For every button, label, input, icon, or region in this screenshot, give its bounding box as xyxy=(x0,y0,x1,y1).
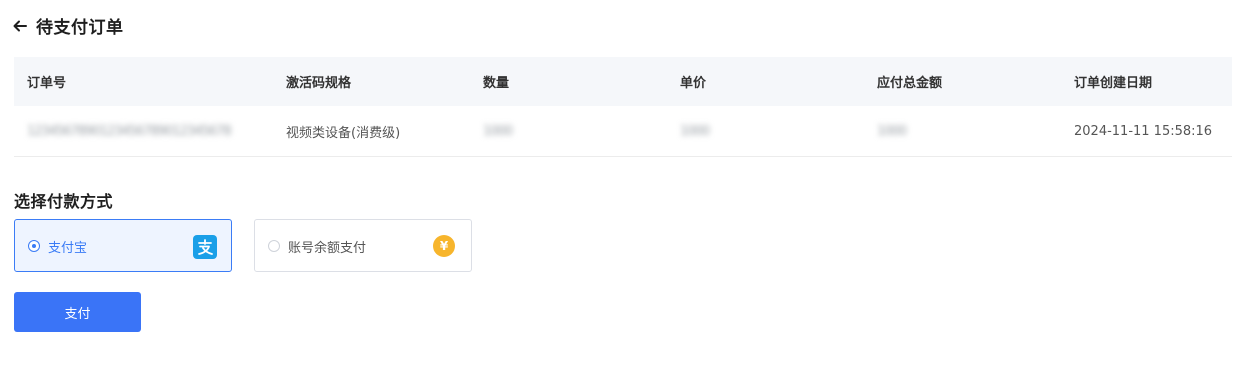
column-header-order-no: 订单号 xyxy=(27,76,67,91)
arrow-left-icon[interactable] xyxy=(12,18,28,34)
page-title: 待支付订单 xyxy=(36,18,124,38)
column-header-unit-price: 单价 xyxy=(680,76,707,91)
total-cell: 1000 xyxy=(877,123,907,139)
column-header-quantity: 数量 xyxy=(483,76,510,91)
column-header-spec: 激活码规格 xyxy=(286,76,352,91)
quantity-cell: 1000 xyxy=(483,123,513,139)
radio-unselected[interactable] xyxy=(268,240,280,252)
pay-button[interactable]: 支付 xyxy=(14,292,141,332)
payment-option-balance[interactable]: 账号余额支付 ¥ xyxy=(254,219,472,272)
unit-price-cell: 1000 xyxy=(680,123,710,139)
column-header-total: 应付总金额 xyxy=(877,76,943,91)
orders-table: 订单号 激活码规格 数量 单价 应付总金额 订单创建日期 12345678901… xyxy=(14,57,1232,157)
table-row: 1234567890123456789012345678 视频类设备(消费级) … xyxy=(14,106,1232,157)
yuan-coin-icon: ¥ xyxy=(433,235,455,257)
spec-cell: 视频类设备(消费级) xyxy=(286,125,401,141)
table-header: 订单号 激活码规格 数量 单价 应付总金额 订单创建日期 xyxy=(14,57,1232,106)
page-header: 待支付订单 xyxy=(12,13,124,38)
payment-option-label: 支付宝 xyxy=(48,241,88,256)
created-date-cell: 2024-11-11 15:58:16 xyxy=(1074,123,1213,139)
radio-selected[interactable] xyxy=(28,240,40,252)
payment-option-alipay[interactable]: 支付宝 xyxy=(14,219,232,272)
payment-section-title: 选择付款方式 xyxy=(14,192,114,211)
payment-option-label: 账号余额支付 xyxy=(288,241,367,256)
order-number: 1234567890123456789012345678 xyxy=(27,123,232,139)
column-header-created: 订单创建日期 xyxy=(1074,76,1153,91)
alipay-icon xyxy=(193,235,217,259)
